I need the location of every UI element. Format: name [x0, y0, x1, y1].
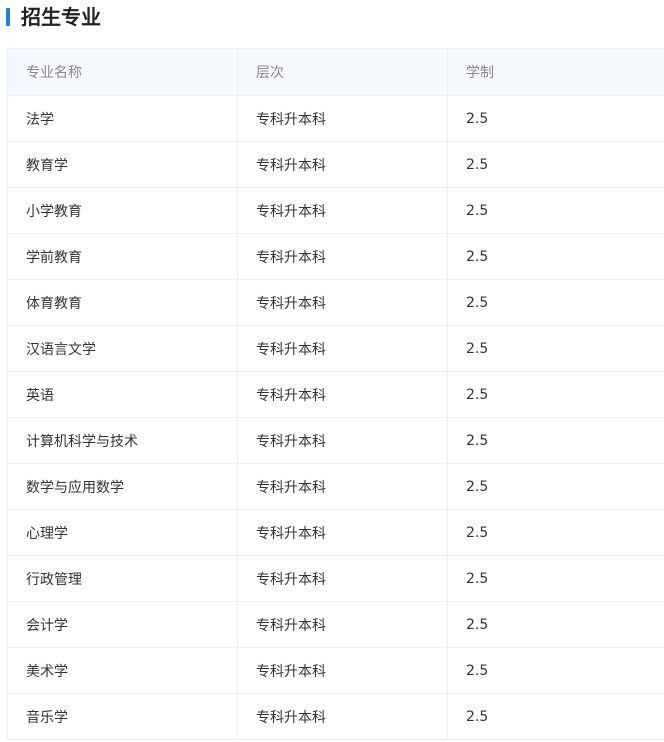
major-name-cell: 小学教育	[7, 187, 238, 234]
majors-table-container: 专业名称 层次 学制 法学 专科升本科 2.5 教育学 专科升本科 2.5 小学教育 专科升本…	[7, 48, 664, 740]
table-row: 教育学 专科升本科 2.5	[7, 141, 664, 188]
duration-cell: 2.5	[447, 601, 664, 648]
level-cell: 专科升本科	[237, 371, 448, 418]
level-cell: 专科升本科	[237, 187, 448, 234]
section-title: 招生专业	[21, 5, 101, 29]
table-row: 美术学 专科升本科 2.5	[7, 647, 664, 694]
level-cell: 专科升本科	[237, 647, 448, 694]
duration-cell: 2.5	[447, 141, 664, 188]
duration-cell: 2.5	[447, 509, 664, 556]
level-cell: 专科升本科	[237, 601, 448, 648]
level-cell: 专科升本科	[237, 95, 448, 142]
table-row: 心理学 专科升本科 2.5	[7, 509, 664, 556]
duration-cell: 2.5	[447, 325, 664, 372]
major-name-cell: 音乐学	[7, 693, 238, 740]
column-header-level: 层次	[237, 48, 448, 96]
major-name-cell: 法学	[7, 95, 238, 142]
duration-cell: 2.5	[447, 417, 664, 464]
level-cell: 专科升本科	[237, 141, 448, 188]
table-row: 数学与应用数学 专科升本科 2.5	[7, 463, 664, 510]
table-row: 学前教育 专科升本科 2.5	[7, 233, 664, 280]
table-row: 计算机科学与技术 专科升本科 2.5	[7, 417, 664, 464]
table-row: 小学教育 专科升本科 2.5	[7, 187, 664, 234]
section-accent-bar	[6, 8, 10, 26]
table-body: 法学 专科升本科 2.5 教育学 专科升本科 2.5 小学教育 专科升本科 2.5 学前教育 专科升…	[7, 95, 664, 740]
major-name-cell: 会计学	[7, 601, 238, 648]
level-cell: 专科升本科	[237, 463, 448, 510]
major-name-cell: 汉语言文学	[7, 325, 238, 372]
major-name-cell: 英语	[7, 371, 238, 418]
major-name-cell: 体育教育	[7, 279, 238, 326]
majors-table: 专业名称 层次 学制 法学 专科升本科 2.5 教育学 专科升本科 2.5 小学教育 专科升本…	[7, 48, 664, 740]
major-name-cell: 心理学	[7, 509, 238, 556]
level-cell: 专科升本科	[237, 693, 448, 740]
table-row: 法学 专科升本科 2.5	[7, 95, 664, 142]
major-name-cell: 行政管理	[7, 555, 238, 602]
duration-cell: 2.5	[447, 693, 664, 740]
level-cell: 专科升本科	[237, 509, 448, 556]
table-row: 英语 专科升本科 2.5	[7, 371, 664, 418]
major-name-cell: 美术学	[7, 647, 238, 694]
major-name-cell: 学前教育	[7, 233, 238, 280]
duration-cell: 2.5	[447, 233, 664, 280]
duration-cell: 2.5	[447, 187, 664, 234]
table-row: 音乐学 专科升本科 2.5	[7, 693, 664, 740]
duration-cell: 2.5	[447, 463, 664, 510]
major-name-cell: 计算机科学与技术	[7, 417, 238, 464]
duration-cell: 2.5	[447, 95, 664, 142]
column-header-duration: 学制	[447, 48, 664, 96]
level-cell: 专科升本科	[237, 325, 448, 372]
table-row: 汉语言文学 专科升本科 2.5	[7, 325, 664, 372]
column-header-major-name: 专业名称	[7, 48, 238, 96]
table-row: 会计学 专科升本科 2.5	[7, 601, 664, 648]
duration-cell: 2.5	[447, 555, 664, 602]
duration-cell: 2.5	[447, 279, 664, 326]
level-cell: 专科升本科	[237, 417, 448, 464]
major-name-cell: 数学与应用数学	[7, 463, 238, 510]
level-cell: 专科升本科	[237, 233, 448, 280]
major-name-cell: 教育学	[7, 141, 238, 188]
level-cell: 专科升本科	[237, 279, 448, 326]
duration-cell: 2.5	[447, 647, 664, 694]
table-row: 体育教育 专科升本科 2.5	[7, 279, 664, 326]
duration-cell: 2.5	[447, 371, 664, 418]
level-cell: 专科升本科	[237, 555, 448, 602]
table-header: 专业名称 层次 学制	[7, 48, 664, 96]
table-header-row: 专业名称 层次 学制	[7, 48, 664, 96]
table-row: 行政管理 专科升本科 2.5	[7, 555, 664, 602]
